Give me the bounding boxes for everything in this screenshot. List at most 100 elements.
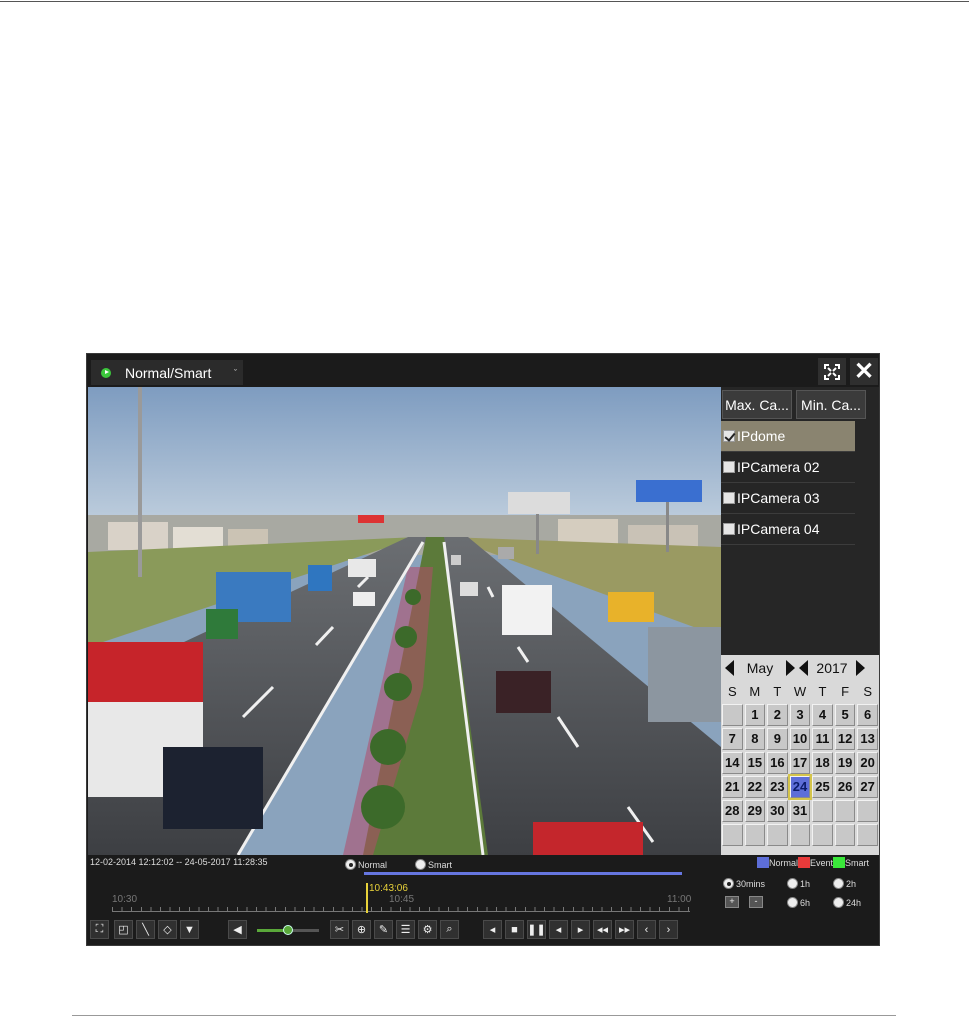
highway-camera-image [88,387,721,855]
calendar-day[interactable]: 16 [767,752,788,774]
fullscreen-tool-button[interactable]: ⛶ [90,920,109,939]
next-day-button[interactable]: › [659,920,678,939]
span-label: 2h [846,878,857,889]
calendar-day[interactable]: 27 [857,776,878,798]
zoom-out-button[interactable]: - [749,896,763,908]
timeline-cursor[interactable] [366,883,368,913]
calendar-day [812,800,833,822]
camera-item-ipcamera-03[interactable]: IPCamera 03 [721,483,855,514]
play-status-icon [101,367,111,378]
legend-swatch-event [798,857,811,868]
calendar-day[interactable]: 14 [722,752,743,774]
audio-button[interactable]: ◀ [228,920,247,939]
calendar-day[interactable]: 25 [812,776,833,798]
prev-day-button[interactable]: ‹ [637,920,656,939]
calendar-day[interactable]: 9 [767,728,788,750]
next-year-icon[interactable] [856,660,865,676]
span-option-1h[interactable]: 1h [787,875,810,893]
smart-mode-label: Smart [428,859,453,870]
camera-checkbox[interactable] [723,430,735,442]
calendar-day[interactable]: 26 [834,776,856,798]
calendar-day[interactable]: 2 [767,704,788,726]
slow-button[interactable]: ◂◂ [593,920,612,939]
tag-manage-button[interactable]: ☰ [396,920,415,939]
calendar-day[interactable]: 20 [857,752,878,774]
playback-mode-dropdown[interactable]: Normal/Smart ˇ [91,360,243,385]
recording-time-range: 12-02-2014 12:12:02 -- 24-05-2017 11:28:… [90,857,268,867]
smart-search-button[interactable]: ⌕ [440,920,459,939]
calendar-day[interactable]: 28 [722,800,743,822]
calendar-day[interactable]: 19 [834,752,856,774]
playback-mode-label: Normal/Smart [125,364,212,381]
audio-icon: ◀ [233,924,242,936]
calendar-day[interactable]: 21 [722,776,743,798]
forward-30s-button[interactable]: ▸ [571,920,590,939]
span-label: 24h [846,897,862,908]
calendar-day[interactable]: 11 [812,728,833,750]
calendar-day[interactable]: 6 [857,704,878,726]
camera-checkbox[interactable] [723,523,735,535]
calendar-day[interactable]: 24 [787,774,813,800]
custom-tag-button[interactable]: ✎ [374,920,393,939]
calendar-day[interactable]: 1 [744,704,766,726]
forward-30s-icon: ▸ [577,924,584,936]
calendar-day[interactable]: 4 [812,704,833,726]
max-camera-button[interactable]: Max. Ca... [722,390,792,419]
close-button[interactable]: ✕ [850,358,878,385]
settings-button[interactable]: ⚙ [418,920,437,939]
calendar-day[interactable]: 29 [744,800,766,822]
zoom-in-button[interactable]: + [725,896,739,908]
calendar-day[interactable]: 3 [789,704,811,726]
prev-month-icon[interactable] [725,660,734,676]
camera-checkbox[interactable] [723,461,735,473]
clip-button[interactable]: ✂ [330,920,349,939]
page-top-rule [0,1,969,2]
radio-icon [787,878,798,890]
calendar-day[interactable]: 15 [744,752,766,774]
calendar-day[interactable]: 13 [857,728,878,750]
span-option-2h[interactable]: 2h [833,875,856,893]
volume-knob[interactable] [283,925,293,935]
fullscreen-button[interactable] [818,358,846,385]
ptz-button[interactable]: ◇ [158,920,177,939]
calendar-day[interactable]: 30 [767,800,788,822]
digital-zoom-button[interactable]: ◰ [114,920,133,939]
calendar-weekday: S [727,684,737,699]
calendar-day [744,824,766,846]
calendar-month: May [746,660,774,676]
fast-button[interactable]: ▸▸ [615,920,634,939]
reverse-play-button[interactable]: ◂ [483,920,502,939]
add-tag-button[interactable]: ⊕ [352,920,371,939]
camera-item-ipdome[interactable]: IPdome [721,421,855,452]
calendar-day[interactable]: 7 [722,728,743,750]
calendar-day[interactable]: 17 [789,752,811,774]
calendar-day[interactable]: 10 [789,728,811,750]
camera-panel: Max. Ca... Min. Ca... IPdome IPCamera 02… [721,387,879,855]
calendar-day[interactable]: 8 [744,728,766,750]
calendar-day[interactable]: 12 [834,728,856,750]
span-option-6h[interactable]: 6h [787,894,810,912]
span-label: 1h [800,878,811,889]
span-option-30mins[interactable]: 30mins [723,875,765,893]
calendar-day[interactable]: 31 [789,800,811,822]
calendar-day[interactable]: 22 [744,776,766,798]
calendar-day[interactable]: 18 [812,752,833,774]
calendar-day[interactable]: 23 [767,776,788,798]
back-30s-button[interactable]: ◂ [549,920,568,939]
calendar-day[interactable]: 5 [834,704,856,726]
next-month-icon[interactable] [786,660,795,676]
min-camera-button[interactable]: Min. Ca... [796,390,866,419]
line-tool-button[interactable]: ╲ [136,920,155,939]
legend-swatch-smart [833,857,846,868]
span-option-24h[interactable]: 24h [833,894,861,912]
camera-checkbox[interactable] [723,492,735,504]
timeline-ruler[interactable]: 10:30 10:45 11:00 10:43:06 [112,883,691,913]
volume-slider[interactable] [257,925,319,935]
stop-button[interactable]: ■ [505,920,524,939]
filter-button[interactable]: ▼ [180,920,199,939]
camera-item-ipcamera-04[interactable]: IPCamera 04 [721,514,855,545]
pause-button[interactable]: ❚❚ [527,920,546,939]
camera-item-ipcamera-02[interactable]: IPCamera 02 [721,452,855,483]
prev-year-icon[interactable] [799,660,808,676]
video-playback-view[interactable] [88,387,721,855]
